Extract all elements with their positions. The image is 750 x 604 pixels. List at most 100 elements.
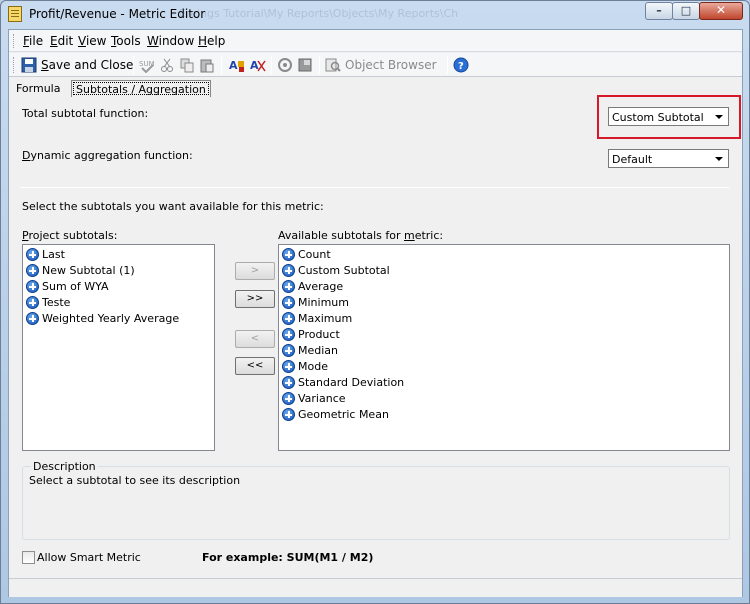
list-item[interactable]: Geometric Mean — [279, 407, 729, 423]
list-item[interactable]: Teste — [23, 295, 214, 311]
list-item[interactable]: Standard Deviation — [279, 375, 729, 391]
toolbar-separator — [271, 56, 272, 74]
toolbar-grip-icon — [13, 57, 16, 73]
list-item[interactable]: Mode — [279, 359, 729, 375]
menu-tools[interactable]: Tools — [111, 34, 141, 48]
remove-subtotal-button[interactable]: < — [235, 330, 275, 348]
project-subtotals-list[interactable]: Last New Subtotal (1) Sum of WYA Teste Weigh… — [22, 244, 215, 451]
menu-grip-icon — [13, 34, 16, 48]
add-circle-icon — [282, 296, 295, 309]
chevron-down-icon — [715, 115, 723, 119]
background-window-title: Ereings Tutorial\My Reports\Objects\My R… — [179, 7, 459, 20]
description-title: Description — [31, 460, 98, 473]
menu-window[interactable]: Window — [147, 34, 194, 48]
list-item[interactable]: Product — [279, 327, 729, 343]
dynamic-aggregation-label: Dynamic aggregation function: — [22, 149, 193, 162]
list-item[interactable]: Maximum — [279, 311, 729, 327]
title-bar[interactable]: Profit/Revenue - Metric Editor Ereings T… — [1, 1, 749, 27]
list-item-label: Median — [298, 344, 339, 357]
tab-formula[interactable]: Formula — [12, 80, 64, 97]
menu-bar: File Edit View Tools Window Help — [9, 30, 742, 52]
formula-color-button[interactable]: A — [229, 56, 245, 74]
list-item[interactable]: Custom Subtotal — [279, 263, 729, 279]
list-item-label: Last — [42, 248, 65, 261]
available-subtotals-list[interactable]: Count Custom Subtotal Average Minimum Maximu… — [278, 244, 730, 451]
example-formula-text: For example: SUM(M1 / M2) — [202, 551, 374, 564]
metric-editor-window: Profit/Revenue - Metric Editor Ereings T… — [0, 0, 750, 604]
dynamic-aggregation-dropdown[interactable]: Default — [608, 149, 729, 168]
save-and-close-button[interactable]: Save and Close — [21, 56, 133, 74]
add-circle-icon — [282, 248, 295, 261]
menu-view[interactable]: View — [78, 34, 106, 48]
add-circle-icon — [282, 392, 295, 405]
instructions-text: Select the subtotals you want available … — [22, 200, 324, 213]
add-circle-icon — [26, 264, 39, 277]
allow-smart-metric-checkbox[interactable] — [22, 551, 35, 564]
list-item[interactable]: Weighted Yearly Average — [23, 311, 214, 327]
save-and-close-accesskey: S — [41, 58, 49, 72]
insert-object-button[interactable] — [297, 56, 313, 74]
list-item[interactable]: Last — [23, 247, 214, 263]
cut-button[interactable] — [159, 56, 175, 74]
object-browser-label: Object Browser — [345, 58, 437, 72]
total-subtotal-dropdown[interactable]: Custom Subtotal — [608, 107, 729, 126]
menu-edit[interactable]: Edit — [50, 34, 73, 48]
save-and-close-label: ave and Close — [48, 58, 134, 72]
add-circle-icon — [26, 280, 39, 293]
list-item-label: Product — [298, 328, 340, 341]
chevron-down-icon — [715, 157, 723, 161]
add-circle-icon — [26, 312, 39, 325]
add-all-subtotals-button[interactable]: >> — [235, 290, 275, 308]
list-item[interactable]: Minimum — [279, 295, 729, 311]
list-item-label: Sum of WYA — [42, 280, 109, 293]
copy-button[interactable] — [179, 56, 195, 74]
add-circle-icon — [26, 248, 39, 261]
list-item[interactable]: Count — [279, 247, 729, 263]
close-button[interactable]: ✕ — [699, 2, 743, 20]
list-item[interactable]: Sum of WYA — [23, 279, 214, 295]
validate-button[interactable]: SUM — [139, 56, 155, 74]
remove-all-subtotals-button[interactable]: << — [235, 357, 275, 375]
add-circle-icon — [282, 264, 295, 277]
minimize-icon: – — [656, 4, 662, 17]
toolbar-separator — [133, 56, 134, 74]
list-item-label: Variance — [298, 392, 346, 405]
formula-format-button[interactable]: A — [250, 56, 266, 74]
toolbar: Save and Close SUM A A Object Browser ? — [9, 53, 742, 77]
available-subtotals-label: Available subtotals for metric: — [278, 229, 444, 242]
help-button[interactable]: ? — [453, 56, 469, 74]
tab-subtotals-aggregation[interactable]: Subtotals / Aggregation — [71, 80, 211, 97]
add-subtotal-button[interactable]: > — [235, 262, 275, 280]
list-item-label: Geometric Mean — [298, 408, 389, 421]
add-circle-icon — [282, 344, 295, 357]
abc-format-icon: A — [250, 57, 266, 73]
metric-join-icon — [277, 57, 293, 73]
list-item-label: Standard Deviation — [298, 376, 405, 389]
list-item-label: Average — [298, 280, 344, 293]
menu-file[interactable]: File — [23, 34, 43, 48]
add-circle-icon — [282, 360, 295, 373]
status-bar — [9, 578, 742, 597]
svg-text:A: A — [250, 59, 259, 72]
list-item[interactable]: New Subtotal (1) — [23, 263, 214, 279]
list-item-label: Custom Subtotal — [298, 264, 390, 277]
list-item[interactable]: Variance — [279, 391, 729, 407]
paste-button[interactable] — [199, 56, 215, 74]
toolbar-separator — [221, 56, 222, 74]
maximize-button[interactable]: □ — [672, 2, 700, 20]
menu-help[interactable]: Help — [198, 34, 225, 48]
description-text: Select a subtotal to see its description — [29, 474, 241, 487]
list-item-label: Mode — [298, 360, 328, 373]
object-browser-button[interactable]: Object Browser — [325, 56, 437, 74]
add-circle-icon — [282, 376, 295, 389]
list-item[interactable]: Median — [279, 343, 729, 359]
help-icon: ? — [453, 57, 469, 73]
total-subtotal-label: Total subtotal function: — [22, 107, 149, 120]
list-item[interactable]: Average — [279, 279, 729, 295]
validate-icon: SUM — [139, 57, 155, 74]
total-subtotal-value: Custom Subtotal — [612, 111, 704, 124]
metric-join-button[interactable] — [277, 56, 293, 74]
minimize-button[interactable]: – — [645, 2, 673, 20]
editor-client-area: File Edit View Tools Window Help Save an… — [8, 29, 743, 597]
close-icon: ✕ — [715, 3, 727, 17]
